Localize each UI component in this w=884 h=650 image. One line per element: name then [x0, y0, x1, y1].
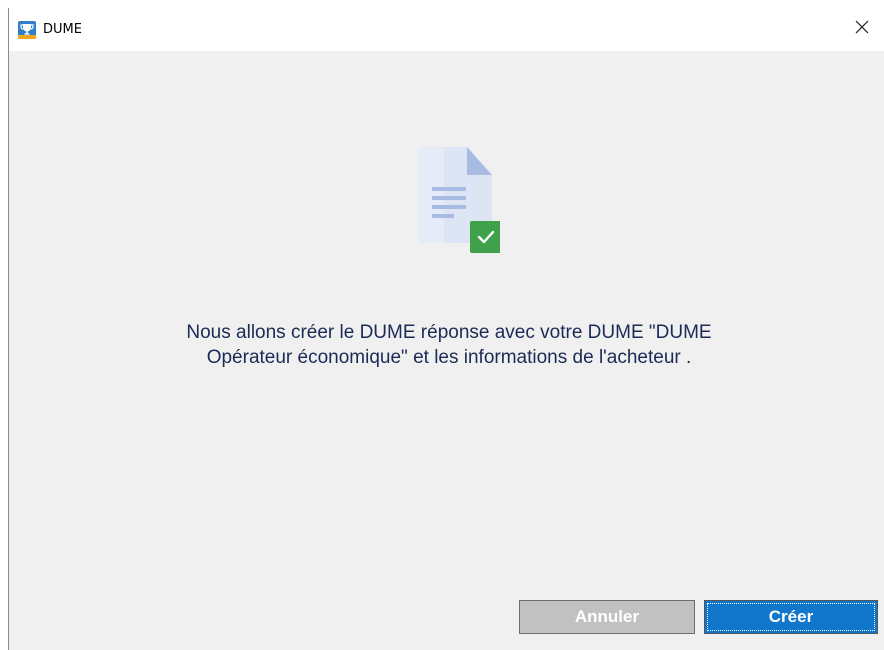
trophy-icon: [18, 21, 36, 39]
title-bar[interactable]: DUME: [9, 8, 884, 51]
create-button[interactable]: Créer: [704, 600, 878, 634]
document-check-icon: [418, 147, 502, 255]
cancel-button[interactable]: Annuler: [519, 600, 695, 634]
close-icon: [854, 19, 870, 40]
window-title: DUME: [43, 22, 82, 37]
close-button[interactable]: [839, 8, 884, 51]
dume-dialog: DUME Nous allons créer le DUME réponse a…: [8, 8, 884, 650]
confirmation-message: Nous allons créer le DUME réponse avec v…: [186, 322, 712, 368]
